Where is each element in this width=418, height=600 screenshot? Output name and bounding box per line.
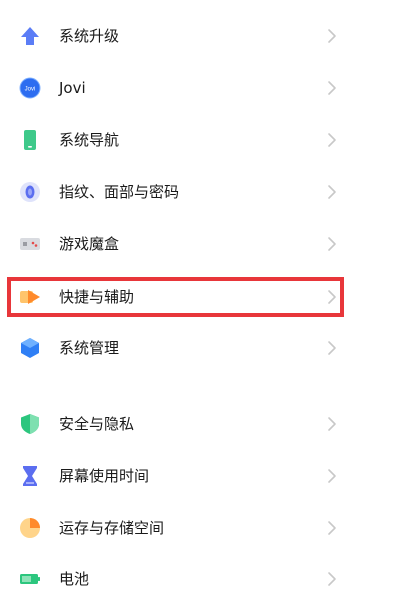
chevron-right-icon	[327, 416, 337, 432]
settings-list: 系统升级 Jovi Jovi 系统导航 指纹、面部与密码 游戏魔盒 快捷与辅助 …	[0, 0, 418, 600]
settings-item-label: 运存与存储空间	[59, 519, 165, 537]
settings-item-battery[interactable]: 电池	[0, 553, 418, 600]
settings-item-label: Jovi	[59, 79, 86, 97]
settings-item-shortcut-assist[interactable]: 快捷与辅助	[0, 271, 418, 323]
settings-item-storage[interactable]: 运存与存储空间	[0, 502, 418, 554]
system-management-icon	[19, 337, 41, 359]
settings-item-system-update[interactable]: 系统升级	[0, 10, 418, 62]
settings-item-label: 电池	[59, 570, 90, 588]
chevron-right-icon	[327, 236, 337, 252]
settings-item-jovi[interactable]: Jovi Jovi	[0, 62, 418, 114]
settings-item-fingerprint-face-password[interactable]: 指纹、面部与密码	[0, 166, 418, 218]
chevron-right-icon	[327, 520, 337, 536]
chevron-right-icon	[327, 80, 337, 96]
settings-item-label: 系统升级	[59, 27, 120, 45]
settings-item-security-privacy[interactable]: 安全与隐私	[0, 398, 418, 450]
chevron-right-icon	[327, 468, 337, 484]
settings-item-label: 系统导航	[59, 131, 120, 149]
chevron-right-icon	[327, 571, 337, 587]
shortcut-assist-icon	[19, 286, 41, 308]
chevron-right-icon	[327, 184, 337, 200]
storage-icon	[19, 517, 41, 539]
screen-time-icon	[19, 465, 41, 487]
game-box-icon	[19, 233, 41, 255]
svg-text:Jovi: Jovi	[25, 87, 36, 93]
chevron-right-icon	[327, 132, 337, 148]
security-privacy-icon	[19, 413, 41, 435]
system-navigation-icon	[19, 129, 41, 151]
chevron-right-icon	[327, 340, 337, 356]
settings-item-label: 系统管理	[59, 339, 120, 357]
settings-item-label: 快捷与辅助	[59, 288, 135, 306]
settings-item-label: 指纹、面部与密码	[59, 183, 180, 201]
settings-item-screen-time[interactable]: 屏幕使用时间	[0, 450, 418, 502]
settings-item-label: 安全与隐私	[59, 415, 135, 433]
chevron-right-icon	[327, 28, 337, 44]
jovi-icon: Jovi	[19, 77, 41, 99]
chevron-right-icon	[327, 289, 337, 305]
battery-icon	[19, 568, 41, 590]
settings-item-system-navigation[interactable]: 系统导航	[0, 114, 418, 166]
settings-page: 系统升级 Jovi Jovi 系统导航 指纹、面部与密码 游戏魔盒 快捷与辅助 …	[0, 0, 418, 600]
settings-item-label: 游戏魔盒	[59, 235, 120, 253]
system-update-icon	[19, 25, 41, 47]
fingerprint-icon	[19, 181, 41, 203]
settings-item-game-box[interactable]: 游戏魔盒	[0, 218, 418, 270]
settings-item-label: 屏幕使用时间	[59, 467, 150, 485]
settings-item-system-management[interactable]: 系统管理	[0, 322, 418, 374]
